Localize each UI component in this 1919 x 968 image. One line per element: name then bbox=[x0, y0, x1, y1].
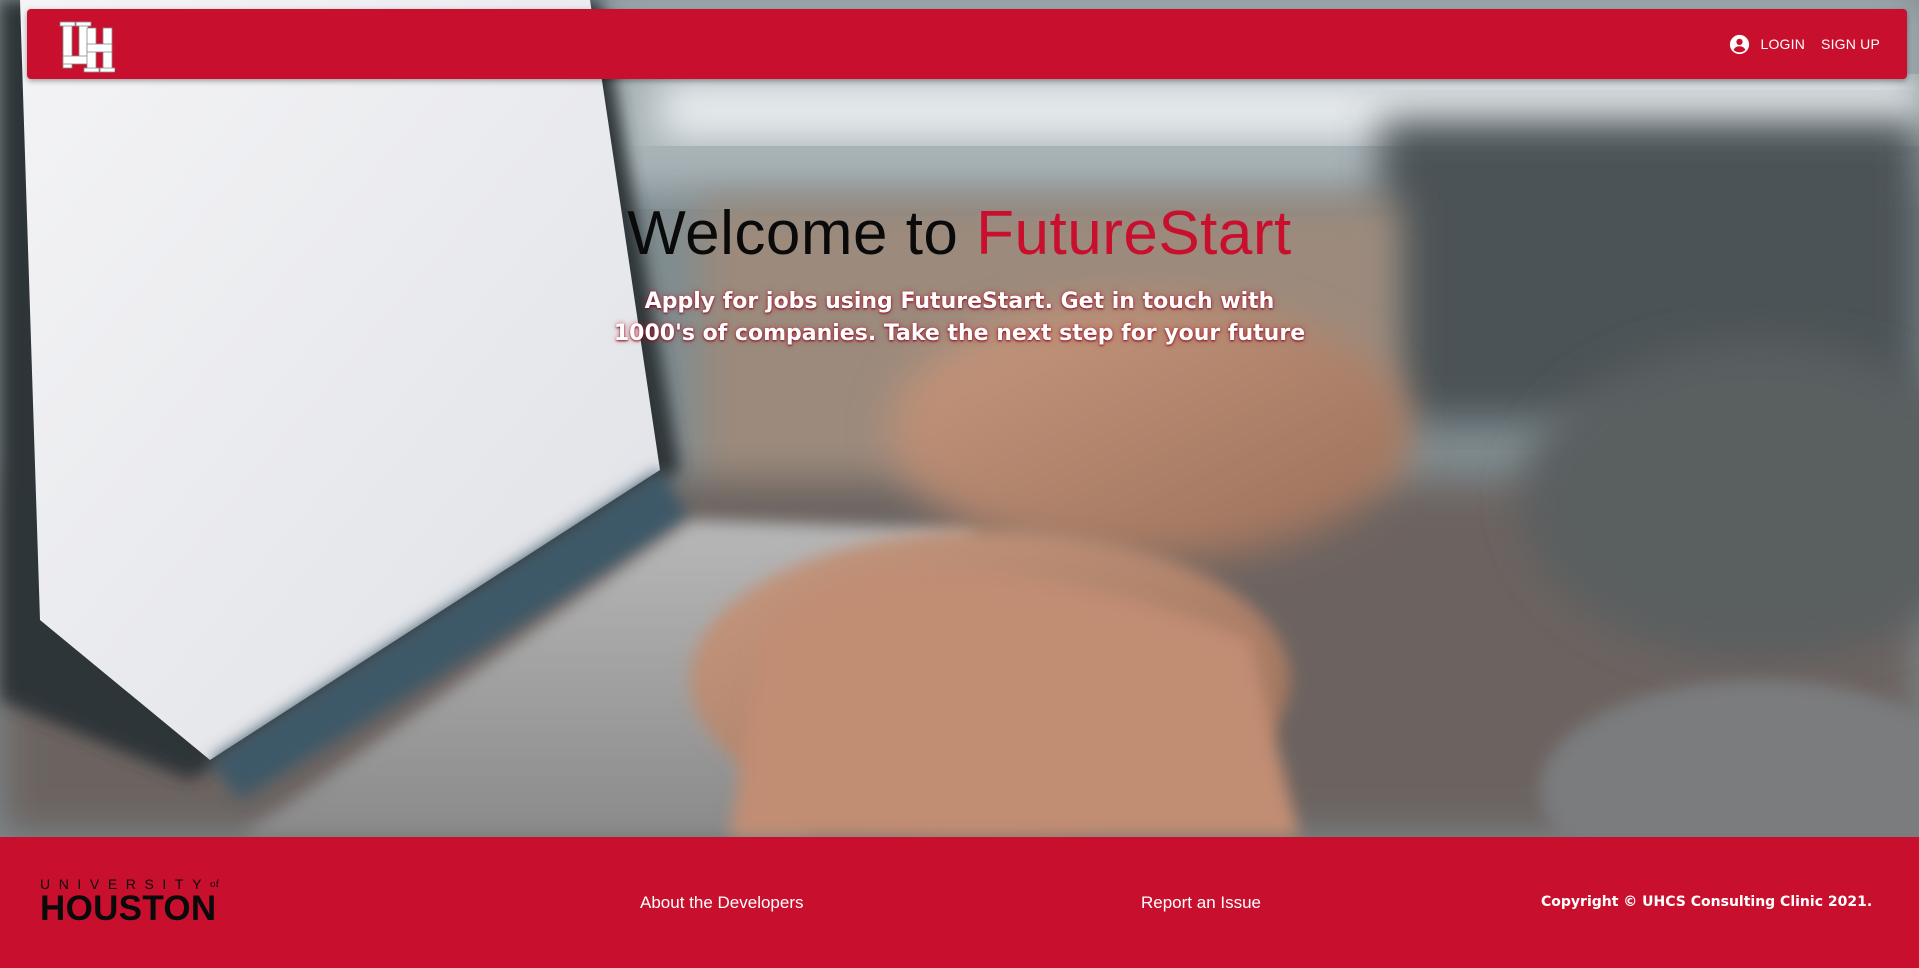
login-button[interactable]: LOGIN bbox=[1729, 34, 1805, 55]
nav-actions: LOGIN SIGN UP bbox=[1729, 9, 1880, 79]
top-navbar: LOGIN SIGN UP bbox=[27, 9, 1907, 79]
copyright-text: Copyright © UHCS Consulting Clinic 2021. bbox=[1541, 894, 1873, 910]
hero-background-image bbox=[0, 0, 1919, 837]
hero-title: Welcome to FutureStart bbox=[0, 196, 1919, 272]
report-issue-link[interactable]: Report an Issue bbox=[1141, 893, 1261, 913]
login-label: LOGIN bbox=[1760, 36, 1806, 52]
hero-subtitle: Apply for jobs using FutureStart. Get in… bbox=[613, 289, 1306, 346]
logo-houston-text: HOUSTON bbox=[40, 889, 217, 928]
hero-title-prefix: Welcome to bbox=[627, 199, 977, 268]
about-developers-link[interactable]: About the Developers bbox=[640, 893, 804, 913]
hero-content: Welcome to FutureStart Apply for jobs us… bbox=[0, 196, 1919, 350]
university-of-houston-logo[interactable]: UNIVERSITYof HOUSTON bbox=[40, 877, 219, 928]
uh-logo-graphic bbox=[59, 21, 116, 73]
uh-logo-icon[interactable] bbox=[59, 16, 116, 74]
hero-title-brand: FutureStart bbox=[976, 199, 1292, 268]
signup-label: SIGN UP bbox=[1821, 36, 1880, 52]
landing-page: LOGIN SIGN UP Welcome to FutureStart App… bbox=[0, 0, 1919, 968]
account-circle-icon bbox=[1729, 34, 1750, 55]
signup-button[interactable]: SIGN UP bbox=[1821, 36, 1880, 52]
laptop-photo bbox=[0, 0, 1919, 837]
